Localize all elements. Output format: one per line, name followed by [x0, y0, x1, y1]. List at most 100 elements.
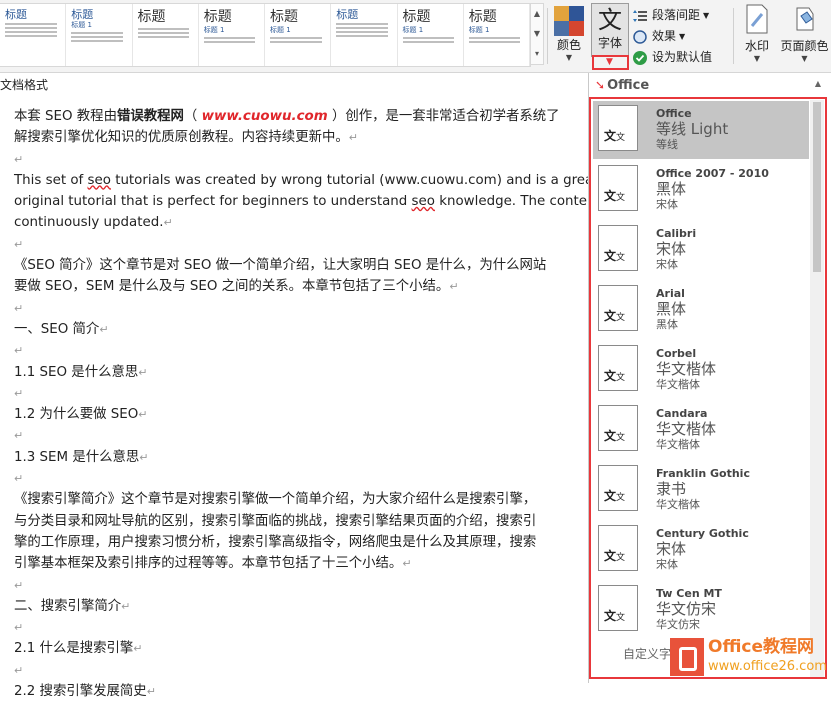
paragraph: 引擎基本框架及索引排序的过程等等。本章节包括了十三个小结。↵	[14, 556, 412, 572]
watermark-button[interactable]: 水印 ▼	[740, 4, 774, 68]
dropdown-scrollbar[interactable]	[810, 100, 824, 677]
body-font-name: 华文楷体	[656, 438, 700, 451]
font-preview-icon: 文文	[598, 525, 638, 571]
style-set-thumb[interactable]: 标题 标题 1	[464, 4, 530, 66]
dropdown-header: ➘ Office	[595, 78, 650, 93]
style-set-thumb[interactable]: 标题 标题 1	[199, 4, 265, 66]
watermark-icon	[746, 4, 768, 34]
heading-font-name: 隶书	[656, 480, 687, 498]
set-default-label: 设为默认值	[652, 50, 713, 64]
style-set-thumb[interactable]: 标题	[133, 4, 199, 66]
body-font-name: 宋体	[656, 198, 678, 211]
style-thumb-heading: 标题	[402, 9, 431, 25]
style-set-thumb[interactable]: 标题 标题 1	[66, 4, 133, 66]
font-preview-icon: 文文	[598, 225, 638, 271]
font-set-name: Candara	[656, 407, 708, 420]
style-thumb-sub: 标题 1	[270, 26, 291, 34]
paragraph: 解搜索引擎优化知识的优质原创教程。内容持续更新中。↵	[14, 130, 358, 146]
scrollbar-thumb[interactable]	[813, 102, 821, 272]
font-preview-icon: 文文	[598, 465, 638, 511]
empty-paragraph: ↵	[14, 429, 24, 443]
watermark-url: www.office26.com	[708, 659, 827, 674]
empty-paragraph: ↵	[14, 472, 24, 486]
empty-paragraph: ↵	[14, 578, 24, 592]
effects-label: 效果	[652, 29, 677, 43]
customize-fonts-link[interactable]: 自定义字	[623, 645, 671, 662]
theme-font-item[interactable]: 文文 Office 等线 Light 等线	[593, 101, 809, 159]
colors-button[interactable]: 颜色 ▼	[552, 4, 586, 68]
theme-font-item[interactable]: 文文 Calibri 宋体 宋体	[593, 221, 809, 279]
divider	[547, 8, 548, 64]
set-default-button[interactable]: 设为默认值	[633, 47, 712, 68]
ribbon-design-tab: 标题 标题 标题 1 标题 标题 标题 1 标题 标题 1 标题 标题 标题 1…	[0, 0, 831, 73]
subheading: 2.1 什么是搜索引擎↵	[14, 641, 143, 657]
style-thumb-heading: 标题	[5, 8, 27, 21]
design-small-commands: 段落间距 ▼ 效果 ▼ 设为默认值	[633, 5, 712, 68]
chevron-down-icon[interactable]: ▼	[531, 24, 543, 44]
font-preview-icon: 文文	[598, 285, 638, 331]
theme-fonts-dropdown: ➘ Office ▲ 文文 Office 等线 Light 等线 文文 Office 200…	[588, 73, 831, 683]
font-set-name: Office 2007 - 2010	[656, 167, 769, 180]
theme-font-item[interactable]: 文文 Franklin Gothic 隶书 华文楷体	[593, 461, 809, 519]
fonts-label: 字体	[597, 36, 622, 50]
watermark-title: Office教程网	[708, 637, 815, 657]
chevron-down-icon: ▼	[679, 32, 686, 41]
site-watermark: Office教程网 www.office26.com	[666, 631, 831, 683]
page-color-button[interactable]: 页面颜色 ▼	[778, 4, 831, 68]
heading-font-name: 黑体	[656, 300, 687, 318]
style-set-thumb[interactable]: 标题	[0, 4, 67, 66]
chevron-up-icon[interactable]: ▲	[811, 77, 825, 91]
body-font-name: 华文仿宋	[656, 618, 700, 631]
subheading: 1.2 为什么要做 SEO↵	[14, 407, 148, 423]
font-preview-icon: 文文	[598, 105, 638, 151]
empty-paragraph: ↵	[14, 237, 24, 251]
style-set-thumb[interactable]: 标题 标题 1	[265, 4, 332, 66]
style-thumb-sub: 标题 1	[71, 21, 92, 29]
fonts-button[interactable]: 文 字体	[591, 3, 629, 57]
theme-font-item[interactable]: 文文 Candara 华文楷体 华文楷体	[593, 401, 809, 459]
paragraph: 与分类目录和网址导航的区别，搜索引擎面临的挑战，搜索引擎结果页面的介绍，搜索引	[14, 513, 537, 529]
gallery-scroll[interactable]: ▲ ▼ ▾	[530, 3, 544, 65]
theme-font-item[interactable]: 文文 Century Gothic 宋体 宋体	[593, 521, 809, 579]
theme-font-item[interactable]: 文文 Office 2007 - 2010 黑体 宋体	[593, 161, 809, 219]
effects-button[interactable]: 效果 ▼	[633, 26, 712, 47]
chevron-down-icon: ▼	[606, 57, 613, 67]
style-thumb-heading: 标题	[468, 9, 497, 25]
body-font-name: 黑体	[656, 318, 678, 331]
chevron-up-icon[interactable]: ▲	[531, 4, 543, 24]
body-font-name: 华文楷体	[656, 498, 700, 511]
paragraph: 擎的工作原理，用户搜索习惯分析，搜索引擎高级指令，网络爬虫是什么及其原理，搜索	[14, 534, 537, 550]
page-color-label: 页面颜色	[780, 39, 829, 53]
style-thumb-sub: 标题 1	[203, 26, 225, 34]
palette-icon	[554, 6, 584, 36]
font-set-name: Calibri	[656, 227, 697, 240]
theme-font-item[interactable]: 文文 Arial 黑体 黑体	[593, 281, 809, 339]
paragraph: 要做 SEO，SEM 是什么及与 SEO 之间的关系。本章节包括了三个小结。↵	[14, 279, 459, 295]
style-set-thumb[interactable]: 标题	[331, 4, 398, 66]
heading-font-name: 宋体	[656, 240, 687, 258]
paragraph: continuously updated.↵	[14, 215, 173, 231]
paragraph: 《SEO 简介》这个章节是对 SEO 做一个简单介绍，让大家明白 SEO 是什么…	[14, 258, 547, 274]
fonts-dropdown-highlight[interactable]: ▼	[592, 55, 629, 70]
style-thumb-heading: 标题	[137, 9, 166, 25]
arrow-down-icon: ➘	[595, 78, 606, 92]
chevron-down-icon: ▼	[753, 54, 761, 63]
subheading: 2.2 搜索引擎发展简史↵	[14, 684, 156, 700]
chevron-down-icon: ▼	[801, 54, 808, 63]
font-preview-icon: 文文	[598, 585, 638, 631]
empty-paragraph: ↵	[14, 663, 24, 677]
document-body[interactable]: 本套 SEO 教程由错误教程网（ www.cuowu.com ）创作，是一套非常…	[14, 106, 616, 702]
paragraph-spacing-button[interactable]: 段落间距 ▼	[633, 5, 712, 26]
colors-label: 颜色	[556, 38, 581, 52]
style-set-thumb[interactable]: 标题 标题 1	[398, 4, 464, 66]
body-font-name: 等线	[656, 138, 678, 151]
effects-icon	[633, 29, 647, 44]
theme-font-item[interactable]: 文文 Corbel 华文楷体 华文楷体	[593, 341, 809, 399]
body-font-name: 华文楷体	[656, 378, 700, 391]
heading-font-name: 宋体	[656, 540, 687, 558]
subheading: 1.3 SEM 是什么意思↵	[14, 449, 149, 465]
font-icon: 文	[598, 6, 622, 34]
heading-font-name: 等线 Light	[656, 120, 729, 138]
more-icon[interactable]: ▾	[531, 44, 543, 64]
font-set-name: Tw Cen MT	[656, 587, 722, 600]
